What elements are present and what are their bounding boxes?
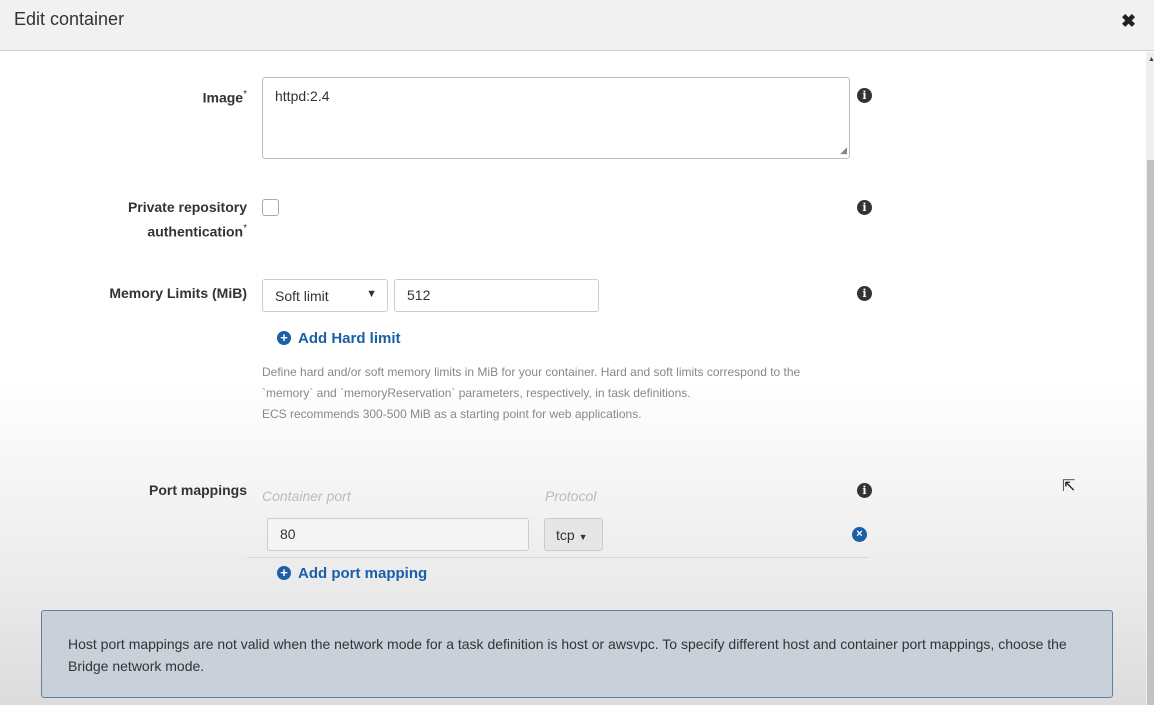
protocol-select[interactable]: tcp ▼ <box>544 518 603 551</box>
info-icon[interactable]: i <box>857 286 872 301</box>
image-input[interactable]: httpd:2.4 ◢ <box>262 77 850 159</box>
private-repo-checkbox[interactable] <box>262 199 279 216</box>
remove-port-mapping-icon[interactable]: × <box>852 527 867 542</box>
caret-down-icon: ▼ <box>578 532 588 542</box>
scrollbar-thumb[interactable] <box>1147 160 1154 705</box>
network-mode-alert: Host port mappings are not valid when th… <box>41 610 1113 698</box>
port-mappings-label: Port mappings <box>148 482 247 498</box>
private-repo-label: Private repository authentication* <box>127 199 247 240</box>
image-label: Image* <box>202 89 247 106</box>
container-port-input[interactable]: 80 <box>267 518 529 551</box>
plus-circle-icon: + <box>277 566 291 580</box>
resize-handle-icon[interactable]: ◢ <box>840 145 847 156</box>
scrollbar[interactable]: ▲ <box>1146 52 1154 705</box>
info-icon[interactable]: i <box>857 88 872 103</box>
container-port-header: Container port <box>262 488 351 504</box>
memory-label: Memory Limits (MiB) <box>109 285 247 301</box>
divider <box>247 557 869 558</box>
close-icon[interactable]: ✖ <box>1121 11 1136 32</box>
info-icon[interactable]: i <box>857 483 872 498</box>
scroll-up-icon[interactable]: ▲ <box>1148 56 1154 63</box>
modal-title: Edit container <box>14 9 125 29</box>
modal-header: Edit container ✖ <box>0 0 1154 51</box>
add-hard-limit-link[interactable]: + Add Hard limit <box>277 330 401 347</box>
memory-limit-type-select[interactable]: Soft limit ▼ <box>262 279 388 312</box>
caret-down-icon: ▼ <box>366 288 377 300</box>
protocol-header: Protocol <box>545 488 597 504</box>
mouse-cursor-icon: ⇱ <box>1062 478 1076 495</box>
info-icon[interactable]: i <box>857 200 872 215</box>
memory-value-input[interactable]: 512 <box>394 279 599 312</box>
add-port-mapping-link[interactable]: + Add port mapping <box>277 565 427 582</box>
memory-help-text: Define hard and/or soft memory limits in… <box>262 365 801 421</box>
plus-circle-icon: + <box>277 331 291 345</box>
